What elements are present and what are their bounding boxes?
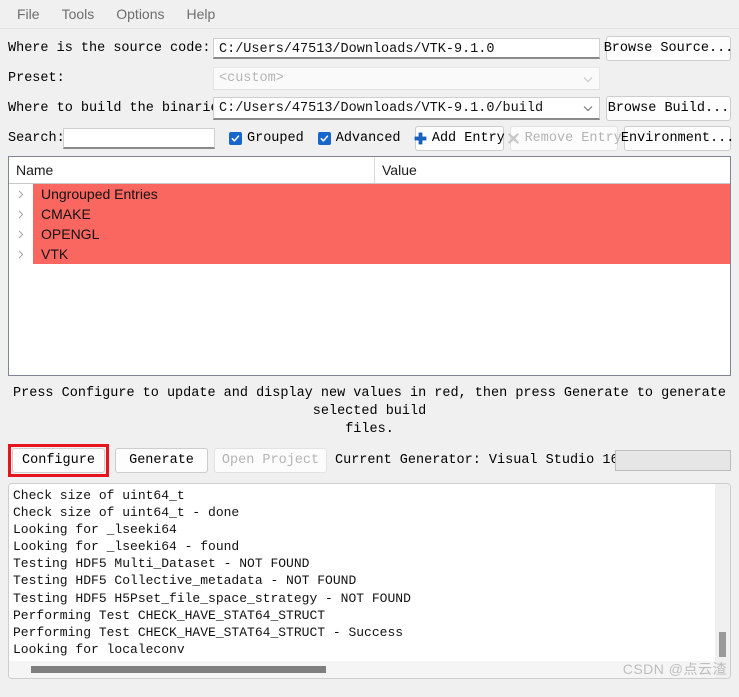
watermark-label: CSDN @点云渣	[622, 661, 727, 677]
menu-item-options[interactable]: Options	[107, 3, 173, 25]
source-label: Where is the source code:	[8, 41, 211, 56]
binaries-row: Where to build the binaries: C:/Users/47…	[8, 95, 731, 122]
table-row[interactable]: Ungrouped Entries	[9, 184, 730, 204]
chevron-right-icon[interactable]	[9, 224, 33, 244]
check-icon	[229, 132, 242, 145]
hint-line-1: Press Configure to update and display ne…	[13, 386, 726, 419]
menu-item-file[interactable]: File	[8, 3, 49, 25]
search-input[interactable]	[63, 128, 215, 149]
tree-row-label: OPENGL	[33, 224, 730, 244]
column-header-name[interactable]: Name	[9, 157, 375, 183]
output-log-text[interactable]: Check size of uint64_t Check size of uin…	[9, 484, 714, 678]
open-project-button: Open Project	[214, 447, 327, 473]
tree-row-label: Ungrouped Entries	[33, 184, 730, 204]
grouped-label: Grouped	[247, 131, 304, 146]
tree-rows: Ungrouped Entries CMAKE OPENGL VTK	[9, 184, 730, 264]
scrollbar-thumb[interactable]	[719, 632, 726, 657]
window-bottom-edge	[0, 684, 739, 697]
environment-button[interactable]: Environment...	[621, 126, 734, 151]
chevron-down-icon	[583, 74, 593, 83]
preset-select[interactable]: <custom>	[213, 67, 600, 90]
configure-button[interactable]: Configure	[12, 447, 105, 473]
source-row: Where is the source code: C:/Users/47513…	[8, 35, 733, 62]
scrollbar-thumb[interactable]	[31, 666, 326, 673]
grouped-checkbox[interactable]: Grouped	[229, 131, 304, 146]
progress-bar	[615, 449, 731, 471]
preset-value: <custom>	[219, 71, 284, 86]
menu-item-tools[interactable]: Tools	[53, 3, 104, 25]
hint-text: Press Configure to update and display ne…	[8, 385, 731, 439]
current-generator-label: Current Generator: Visual Studio 16 2019	[335, 452, 660, 468]
chevron-right-icon[interactable]	[9, 204, 33, 224]
browse-source-button[interactable]: Browse Source...	[604, 36, 733, 61]
advanced-label: Advanced	[335, 131, 401, 146]
table-row[interactable]: OPENGL	[9, 224, 730, 244]
menu-item-help[interactable]: Help	[178, 3, 225, 25]
add-entry-label: Add Entry	[431, 131, 505, 146]
output-log-panel[interactable]: Check size of uint64_t Check size of uin…	[8, 483, 731, 679]
search-row: Search: Grouped Advanced Add Entry Remov…	[8, 125, 734, 152]
table-row[interactable]: CMAKE	[9, 204, 730, 224]
log-horizontal-scrollbar[interactable]	[9, 660, 715, 678]
binaries-select[interactable]: C:/Users/47513/Downloads/VTK-9.1.0/build	[213, 97, 600, 120]
add-entry-button[interactable]: Add Entry	[414, 126, 505, 151]
binaries-value: C:/Users/47513/Downloads/VTK-9.1.0/build	[219, 100, 544, 116]
plus-icon	[414, 132, 427, 145]
chevron-right-icon[interactable]	[9, 184, 33, 204]
generate-button[interactable]: Generate	[115, 447, 208, 473]
binaries-label: Where to build the binaries:	[8, 101, 235, 116]
log-vertical-scrollbar[interactable]	[714, 484, 730, 678]
browse-build-button[interactable]: Browse Build...	[606, 96, 731, 121]
chevron-down-icon	[583, 104, 593, 113]
preset-label: Preset:	[8, 71, 65, 86]
path-form: Where is the source code: C:/Users/47513…	[0, 29, 739, 152]
configure-button-highlight: Configure	[8, 443, 109, 477]
action-bar: Configure Generate Open Project Current …	[8, 443, 731, 477]
chevron-right-icon[interactable]	[9, 244, 33, 264]
close-x-icon	[507, 132, 520, 145]
search-label: Search:	[8, 131, 65, 146]
check-icon	[317, 132, 331, 145]
hint-line-2: files.	[345, 422, 394, 437]
table-row[interactable]: VTK	[9, 244, 730, 264]
remove-entry-label: Remove Entry	[524, 131, 622, 146]
cache-entries-tree[interactable]: Name Value Ungrouped Entries CMAKE OPENG…	[8, 156, 731, 376]
tree-row-label: VTK	[33, 244, 730, 264]
advanced-checkbox[interactable]: Advanced	[317, 131, 401, 146]
tree-header: Name Value	[9, 157, 730, 184]
remove-entry-button: Remove Entry	[507, 126, 622, 151]
tree-row-label: CMAKE	[33, 204, 730, 224]
column-header-value[interactable]: Value	[375, 157, 730, 183]
menu-bar: File Tools Options Help	[0, 0, 739, 29]
preset-row: Preset: <custom>	[8, 65, 731, 92]
source-input[interactable]: C:/Users/47513/Downloads/VTK-9.1.0	[213, 38, 600, 59]
